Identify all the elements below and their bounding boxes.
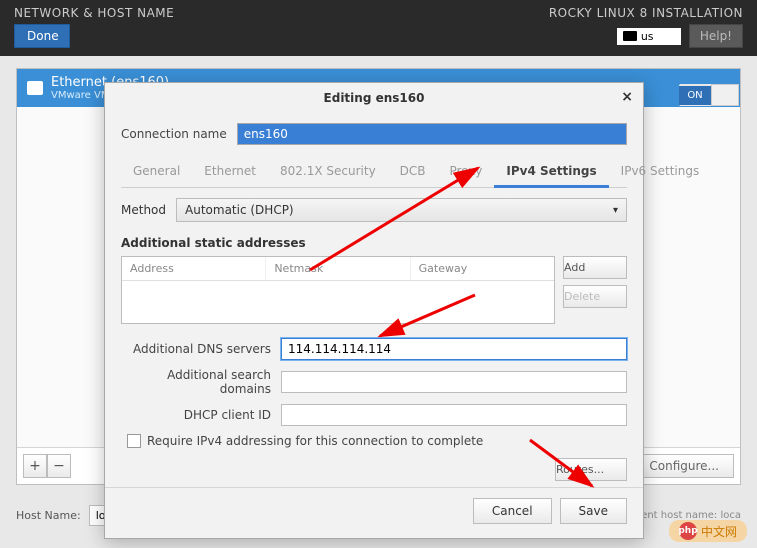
- page-title: NETWORK & HOST NAME: [14, 6, 174, 20]
- toggle-on-label: ON: [679, 86, 711, 105]
- col-gateway: Gateway: [411, 257, 554, 280]
- dhcp-client-id-label: DHCP client ID: [121, 408, 271, 422]
- method-label: Method: [121, 203, 166, 217]
- connection-name-input[interactable]: ens160: [237, 123, 627, 145]
- addresses-table[interactable]: Address Netmask Gateway: [121, 256, 555, 324]
- dns-input[interactable]: [281, 338, 627, 360]
- close-icon[interactable]: ×: [621, 89, 633, 105]
- tab-ipv6[interactable]: IPv6 Settings: [609, 157, 712, 187]
- keyboard-layout: us: [641, 30, 654, 43]
- routes-button[interactable]: Routes...: [555, 458, 627, 481]
- tab-proxy[interactable]: Proxy: [438, 157, 495, 187]
- add-remove-group: + −: [23, 454, 71, 478]
- add-address-button[interactable]: Add: [563, 256, 627, 279]
- require-ipv4-row[interactable]: Require IPv4 addressing for this connect…: [127, 434, 627, 448]
- edit-connection-dialog: Editing ens160 × Connection name ens160 …: [104, 82, 644, 539]
- help-button[interactable]: Help!: [689, 24, 743, 48]
- dialog-title-bar: Editing ens160 ×: [105, 83, 643, 113]
- install-title: ROCKY LINUX 8 INSTALLATION: [549, 6, 743, 20]
- watermark: php 中文网: [669, 520, 747, 542]
- addresses-section-title: Additional static addresses: [121, 236, 627, 250]
- col-netmask: Netmask: [266, 257, 410, 280]
- nic-icon: [27, 81, 43, 95]
- remove-connection-button[interactable]: −: [47, 454, 71, 478]
- tab-ethernet[interactable]: Ethernet: [192, 157, 268, 187]
- method-select[interactable]: Automatic (DHCP) ▾: [176, 198, 627, 222]
- require-ipv4-checkbox[interactable]: [127, 434, 141, 448]
- dialog-title: Editing ens160: [324, 91, 425, 105]
- save-button[interactable]: Save: [560, 498, 627, 524]
- dhcp-client-id-input[interactable]: [281, 404, 627, 426]
- tab-general[interactable]: General: [121, 157, 192, 187]
- connection-toggle[interactable]: ON: [679, 84, 739, 106]
- hostname-label: Host Name:: [16, 509, 81, 522]
- tab-ipv4[interactable]: IPv4 Settings: [494, 157, 608, 188]
- done-button[interactable]: Done: [14, 24, 70, 48]
- toggle-knob: [711, 84, 739, 106]
- chevron-down-icon: ▾: [613, 205, 618, 216]
- tab-8021x[interactable]: 802.1X Security: [268, 157, 388, 187]
- search-domains-label: Additional search domains: [121, 368, 271, 396]
- settings-tabs: General Ethernet 802.1X Security DCB Pro…: [121, 157, 627, 188]
- keyboard-icon: [623, 31, 637, 41]
- cancel-button[interactable]: Cancel: [473, 498, 552, 524]
- add-connection-button[interactable]: +: [23, 454, 47, 478]
- watermark-text: 中文网: [701, 523, 737, 540]
- dns-label: Additional DNS servers: [121, 342, 271, 356]
- delete-address-button[interactable]: Delete: [563, 285, 627, 308]
- require-ipv4-label: Require IPv4 addressing for this connect…: [147, 434, 483, 448]
- keyboard-indicator[interactable]: us: [617, 28, 681, 45]
- method-value: Automatic (DHCP): [185, 203, 294, 217]
- top-bar: NETWORK & HOST NAME Done ROCKY LINUX 8 I…: [0, 0, 757, 56]
- php-logo-icon: php: [679, 522, 697, 540]
- tab-dcb[interactable]: DCB: [388, 157, 438, 187]
- col-address: Address: [122, 257, 266, 280]
- search-domains-input[interactable]: [281, 371, 627, 393]
- connection-name-label: Connection name: [121, 127, 227, 141]
- configure-button[interactable]: Configure...: [634, 454, 734, 478]
